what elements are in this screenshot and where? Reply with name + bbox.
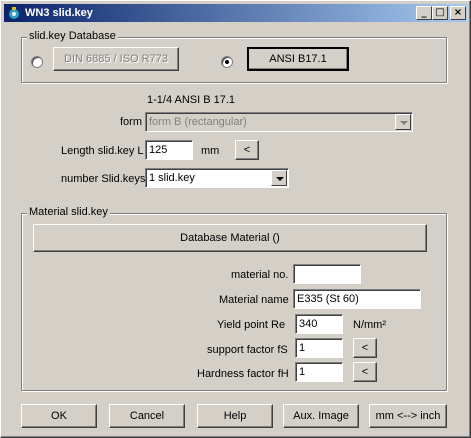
din-iso-button[interactable]: DIN 6885 / ISO R773	[53, 47, 179, 71]
form-label: form	[120, 116, 142, 128]
support-pick-button[interactable]: <	[353, 338, 377, 358]
minimize-button[interactable]: _	[416, 6, 432, 20]
radio-ansi[interactable]	[221, 56, 233, 68]
hardness-pick-button[interactable]: <	[353, 362, 377, 382]
radio-din[interactable]	[31, 56, 43, 68]
material-name-input[interactable]: E335 (St 60)	[293, 289, 421, 309]
material-name-label: Material name	[219, 294, 289, 306]
length-value: 125	[149, 144, 168, 156]
hardness-value: 1	[299, 366, 306, 378]
material-no-label: material no.	[231, 269, 289, 281]
number-value: 1 slid.key	[149, 172, 195, 184]
yield-unit: N/mm²	[353, 319, 386, 331]
maximize-button[interactable]: □	[432, 6, 448, 20]
help-button[interactable]: Help	[197, 404, 273, 428]
close-icon: ×	[453, 7, 463, 18]
form-select[interactable]: form B (rectangular)	[145, 112, 413, 132]
material-group-title: Material slid.key	[27, 206, 110, 219]
number-dropdown-arrow-icon[interactable]	[271, 170, 287, 186]
database-group-title: slid.key Database	[27, 30, 118, 43]
ok-button[interactable]: OK	[21, 404, 97, 428]
hardness-input[interactable]: 1	[295, 362, 343, 382]
support-value: 1	[299, 342, 306, 354]
radio-selected-dot	[225, 60, 229, 64]
material-no-input[interactable]	[293, 264, 361, 284]
window-title: WN3 slid.key	[25, 7, 93, 19]
maximize-icon: □	[435, 7, 445, 18]
material-name-value: E335 (St 60)	[297, 293, 359, 305]
yield-label: Yield point Re	[217, 319, 286, 331]
app-icon	[9, 7, 19, 19]
length-unit: mm	[201, 145, 220, 157]
length-pick-button[interactable]: <	[235, 140, 259, 160]
unit-toggle-button[interactable]: mm <--> inch	[369, 404, 447, 428]
spec-title: 1-1/4 ANSI B 17.1	[147, 94, 236, 106]
number-label: number Slid.keys	[61, 173, 146, 185]
length-input[interactable]: 125	[145, 140, 193, 160]
support-label: support factor fS	[207, 344, 288, 356]
title-bar[interactable]: WN3 slid.key _ □ ×	[4, 4, 467, 22]
support-input[interactable]: 1	[295, 338, 343, 358]
yield-input[interactable]: 340	[295, 314, 343, 334]
dialog-window: WN3 slid.key _ □ × slid.key Database DIN…	[0, 0, 471, 438]
hardness-label: Hardness factor fH	[197, 368, 289, 380]
ansi-button[interactable]: ANSI B17.1	[247, 47, 349, 71]
form-dropdown-arrow-icon[interactable]	[395, 114, 411, 130]
database-material-button[interactable]: Database Material ()	[33, 224, 427, 252]
number-select[interactable]: 1 slid.key	[145, 168, 289, 188]
yield-value: 340	[299, 318, 318, 330]
minimize-icon: _	[421, 7, 427, 18]
close-button[interactable]: ×	[450, 6, 466, 20]
form-value: form B (rectangular)	[149, 116, 247, 128]
length-label: Length slid.key L	[61, 145, 144, 157]
cancel-button[interactable]: Cancel	[109, 404, 185, 428]
aux-image-button[interactable]: Aux. Image	[283, 404, 359, 428]
